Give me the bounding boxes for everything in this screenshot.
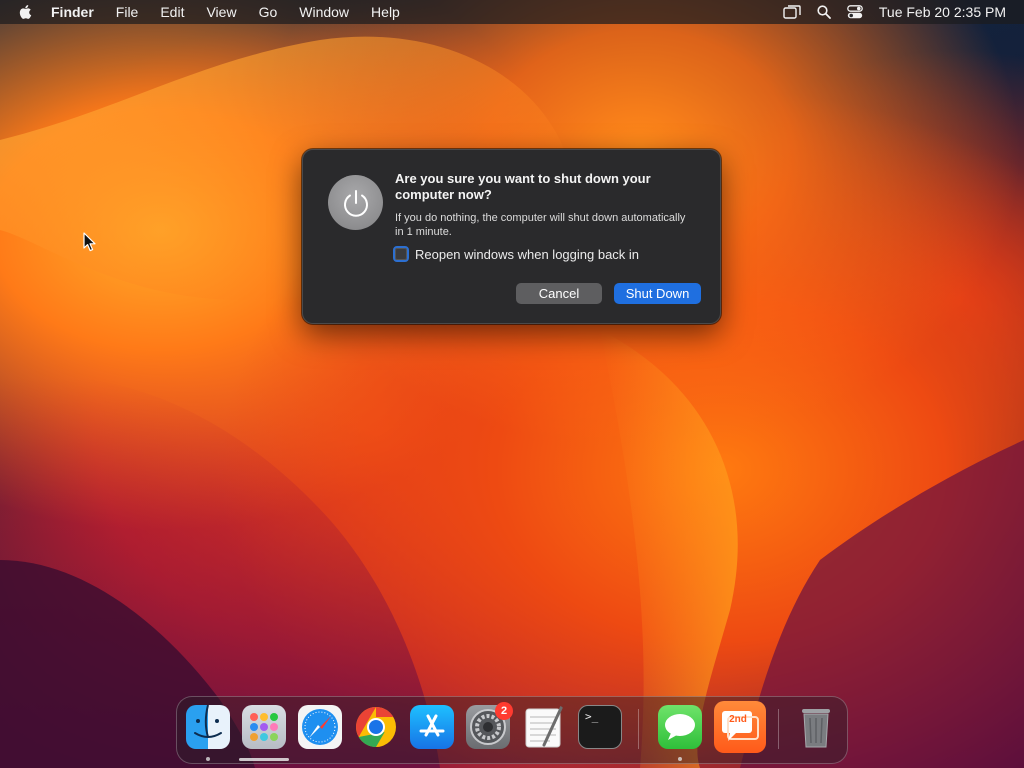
mouse-cursor-icon — [83, 232, 97, 257]
dock-separator — [638, 709, 639, 749]
dock: 2 >_ 2nd — [176, 696, 848, 764]
menu-help[interactable]: Help — [360, 0, 411, 24]
dialog-message: If you do nothing, the computer will shu… — [395, 212, 686, 238]
app-store-icon[interactable] — [410, 705, 454, 749]
cancel-button[interactable]: Cancel — [516, 283, 602, 304]
trash-icon[interactable] — [794, 705, 838, 749]
messages-icon[interactable] — [658, 705, 702, 749]
control-center-icon[interactable] — [847, 5, 863, 19]
menu-go[interactable]: Go — [248, 0, 289, 24]
finder-icon[interactable] — [186, 705, 230, 749]
chrome-icon[interactable] — [354, 705, 398, 749]
system-settings-badge: 2 — [495, 702, 513, 720]
system-settings-icon[interactable]: 2 — [466, 702, 513, 749]
menu-edit[interactable]: Edit — [149, 0, 195, 24]
textedit-icon[interactable] — [522, 705, 566, 749]
dock-separator — [778, 709, 779, 749]
launchpad-icon[interactable] — [242, 705, 286, 749]
menu-view[interactable]: View — [195, 0, 247, 24]
terminal-icon[interactable]: >_ — [578, 705, 622, 749]
screen-mirroring-icon[interactable] — [783, 5, 801, 19]
shut-down-button[interactable]: Shut Down — [614, 283, 701, 304]
power-icon — [328, 175, 383, 230]
dialog-title: Are you sure you want to shut down your … — [395, 171, 651, 202]
menu-app-name[interactable]: Finder — [40, 0, 105, 24]
shutdown-dialog: Are you sure you want to shut down your … — [302, 149, 721, 324]
reopen-windows-label[interactable]: Reopen windows when logging back in — [415, 247, 639, 262]
menu-window[interactable]: Window — [288, 0, 360, 24]
search-icon[interactable] — [817, 5, 831, 19]
reopen-windows-checkbox[interactable] — [393, 246, 409, 262]
desktop-wallpaper — [0, 0, 1024, 768]
launchpad-scroll-indicator — [239, 758, 289, 761]
finder-running-indicator — [206, 757, 210, 761]
messages-running-indicator — [678, 757, 682, 761]
2nd-app-label: 2nd — [729, 714, 747, 725]
safari-icon[interactable] — [298, 705, 342, 749]
menu-clock[interactable]: Tue Feb 20 2:35 PM — [879, 4, 1006, 20]
2nd-app-icon[interactable]: 2nd — [714, 701, 766, 753]
menu-file[interactable]: File — [105, 0, 150, 24]
reopen-windows-option[interactable]: Reopen windows when logging back in — [393, 246, 639, 262]
menu-bar: Finder File Edit View Go Window Help Tue… — [0, 0, 1024, 24]
apple-logo-icon[interactable] — [18, 4, 32, 20]
terminal-prompt: >_ — [585, 710, 599, 723]
